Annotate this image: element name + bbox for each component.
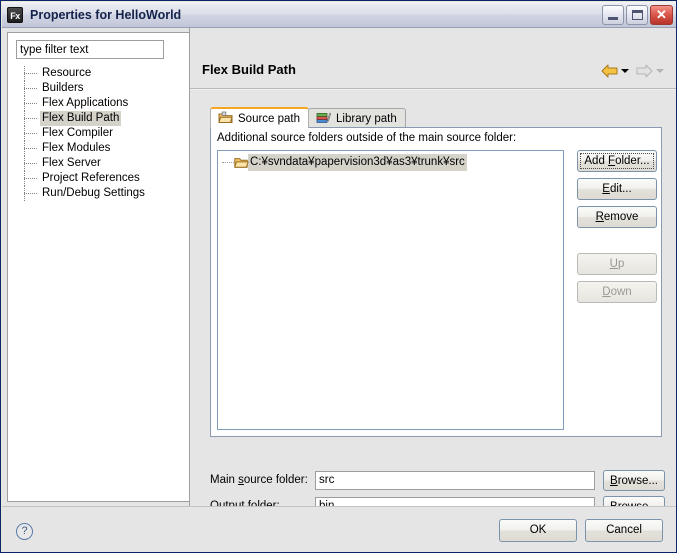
filter-input[interactable] xyxy=(16,40,164,59)
source-path-buttons: Add Folder... Edit... Remove Up Down xyxy=(577,150,657,303)
title-bar[interactable]: Fx Properties for HelloWorld ✕ xyxy=(2,2,676,28)
button-label: Up xyxy=(609,258,625,270)
sidebar-item-flex-modules[interactable]: Flex Modules xyxy=(22,141,189,156)
navigation-arrows xyxy=(601,64,668,78)
question-mark-icon[interactable]: ? xyxy=(16,523,33,540)
tab-source-path[interactable]: Source path xyxy=(210,107,310,128)
edit-button[interactable]: Edit... xyxy=(577,178,657,200)
up-button: Up xyxy=(577,253,657,275)
sidebar-item-label: Flex Applications xyxy=(42,97,129,109)
ok-button[interactable]: OK xyxy=(499,519,577,542)
tree-branch-line xyxy=(24,148,37,149)
down-button: Down xyxy=(577,281,657,303)
main-source-folder-browse-button[interactable]: Browse... xyxy=(603,469,665,491)
tree-branch-line xyxy=(24,103,37,104)
source-folders-description: Additional source folders outside of the… xyxy=(217,132,517,144)
tab-strip: Source path Library path xyxy=(210,107,406,128)
source-folders-list[interactable]: C:¥svndata¥papervision3d¥as3¥trunk¥src xyxy=(217,150,564,430)
button-label: Edit... xyxy=(602,183,632,195)
focus-ring xyxy=(580,153,654,169)
books-icon xyxy=(316,111,332,127)
minimize-icon[interactable] xyxy=(602,4,624,25)
maximize-icon[interactable] xyxy=(626,4,648,25)
source-path-panel: Additional source folders outside of the… xyxy=(210,127,662,437)
tree-branch-line xyxy=(24,88,37,89)
settings-tree: Resource Builders Flex Applications Flex Bu… xyxy=(8,66,189,201)
dialog-body: Resource Builders Flex Applications Flex Bu… xyxy=(2,28,676,517)
sidebar-item-flex-server[interactable]: Flex Server xyxy=(22,156,189,171)
list-item[interactable]: C:¥svndata¥papervision3d¥as3¥trunk¥src xyxy=(218,154,563,171)
window-title: Properties for HelloWorld xyxy=(30,7,182,22)
sidebar-item-run-debug-settings[interactable]: Run/Debug Settings xyxy=(22,186,189,201)
sidebar-item-label: Resource xyxy=(42,67,92,79)
tree-branch-line xyxy=(24,133,37,134)
sidebar-item-label: Project References xyxy=(42,172,140,184)
back-arrow-icon[interactable] xyxy=(601,64,618,78)
add-folder-button[interactable]: Add Folder... xyxy=(577,150,657,172)
main-source-folder-input[interactable] xyxy=(315,470,595,490)
main-source-folder-label: Main source folder: xyxy=(210,474,308,486)
window-controls: ✕ xyxy=(602,4,673,25)
flex-app-icon: Fx xyxy=(7,6,23,23)
sidebar-item-label: Flex Compiler xyxy=(42,127,113,139)
forward-dropdown-chevron-down-icon xyxy=(656,69,664,73)
tree-branch-line xyxy=(24,193,37,194)
settings-tree-pane: Resource Builders Flex Applications Flex Bu… xyxy=(7,32,189,502)
tree-branch-line xyxy=(222,162,234,163)
tree-branch-line xyxy=(24,73,37,74)
button-label: Remove xyxy=(595,211,639,223)
dialog-footer: ? OK Cancel xyxy=(2,506,676,552)
remove-button[interactable]: Remove xyxy=(577,206,657,228)
sidebar-item-flex-build-path[interactable]: Flex Build Path xyxy=(22,111,189,126)
tab-label: Source path xyxy=(238,112,301,125)
tab-label: Library path xyxy=(336,112,397,125)
source-folder-path: C:¥svndata¥papervision3d¥as3¥trunk¥src xyxy=(248,154,467,171)
forward-arrow-icon xyxy=(636,64,653,78)
open-folder-icon xyxy=(234,156,249,175)
header-divider xyxy=(190,88,676,90)
close-icon[interactable]: ✕ xyxy=(650,4,673,25)
sidebar-item-flex-applications[interactable]: Flex Applications xyxy=(22,96,189,111)
main-source-folder-row: Main source folder: Browse... xyxy=(210,469,665,491)
sidebar-item-resource[interactable]: Resource xyxy=(22,66,189,81)
back-dropdown-chevron-down-icon[interactable] xyxy=(621,69,629,73)
sidebar-item-label: Flex Build Path xyxy=(40,111,122,126)
properties-dialog: Fx Properties for HelloWorld ✕ Resource B… xyxy=(0,0,677,553)
sidebar-item-builders[interactable]: Builders xyxy=(22,81,189,96)
sidebar-item-label: Run/Debug Settings xyxy=(42,187,145,199)
page-pane: Flex Build Path Source path Library path xyxy=(189,28,676,517)
footer-buttons: OK Cancel xyxy=(499,519,663,542)
tree-branch-line xyxy=(24,163,37,164)
package-folder-icon xyxy=(218,111,233,127)
sidebar-item-label: Builders xyxy=(42,82,84,94)
sidebar-item-label: Flex Modules xyxy=(42,142,111,154)
tab-library-path[interactable]: Library path xyxy=(308,108,406,128)
tree-branch-line xyxy=(24,118,37,119)
page-title: Flex Build Path xyxy=(202,62,296,77)
sidebar-item-project-references[interactable]: Project References xyxy=(22,171,189,186)
sidebar-item-label: Flex Server xyxy=(42,157,101,169)
button-label: Down xyxy=(602,286,632,298)
sidebar-item-flex-compiler[interactable]: Flex Compiler xyxy=(22,126,189,141)
tree-branch-line xyxy=(24,178,37,179)
cancel-button[interactable]: Cancel xyxy=(585,519,663,542)
